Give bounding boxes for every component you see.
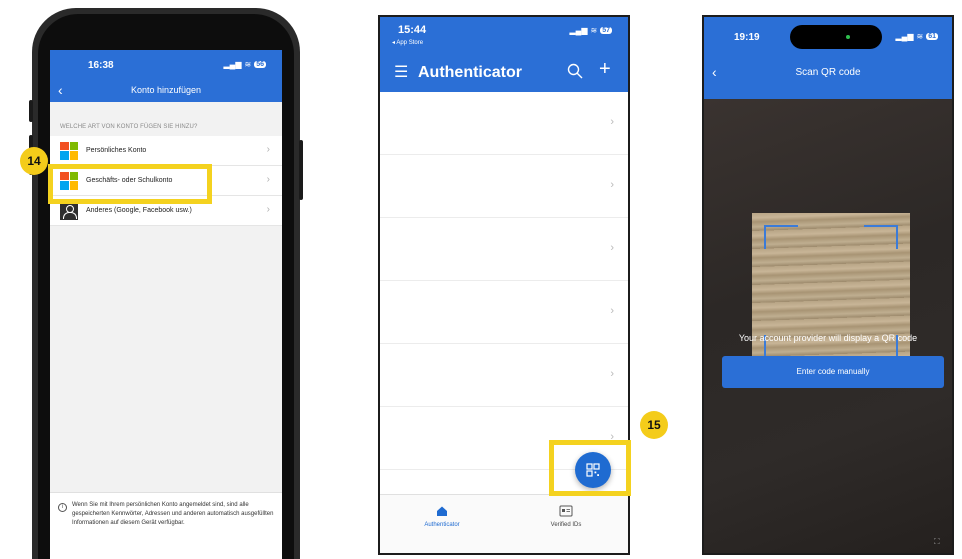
scan-mode-icon[interactable]: ⛶	[934, 537, 940, 547]
phone3-screen: 19:19 ▂▄▆ ≋ 61 ‹ Scan QR code Your accou…	[702, 15, 954, 555]
signal-icon: ▂▄▆	[569, 26, 588, 35]
add-account-icon[interactable]: +	[599, 59, 611, 79]
battery-icon: 56	[254, 61, 266, 68]
status-time: 16:38	[88, 60, 114, 71]
hamburger-menu-icon[interactable]: ☰	[394, 65, 408, 81]
home-icon	[437, 506, 447, 516]
scan-instruction: Your account provider will display a QR …	[738, 333, 918, 343]
chevron-right-icon: ›	[610, 368, 614, 380]
microsoft-logo-icon	[60, 141, 78, 160]
tab-label: Authenticator	[424, 522, 460, 528]
tab-verified-ids[interactable]: Verified IDs	[504, 505, 628, 528]
wifi-icon: ≋	[244, 60, 252, 69]
step-badge-15: 15	[640, 411, 668, 439]
status-icons: ▂▄▆ ≋ 61	[896, 32, 938, 41]
chevron-right-icon: ›	[610, 242, 614, 254]
tab-authenticator[interactable]: Authenticator	[380, 505, 504, 528]
page-title: Scan QR code	[795, 67, 861, 78]
status-time: 15:44	[398, 24, 427, 36]
list-item[interactable]: ›	[380, 281, 628, 344]
info-icon: i	[58, 503, 67, 512]
phone3-header: 19:19 ▂▄▆ ≋ 61 ‹ Scan QR code	[704, 17, 952, 99]
status-time: 19:19	[734, 32, 760, 43]
camera-viewfinder	[704, 99, 952, 553]
app-title: Authenticator	[418, 64, 522, 81]
highlight-box-step-14	[48, 164, 212, 204]
step-badge-14: 14	[20, 147, 48, 175]
battery-icon: 61	[926, 33, 938, 40]
account-list: › › › › › ›	[380, 92, 628, 470]
chevron-right-icon: ›	[610, 116, 614, 128]
section-label: WELCHE ART VON KONTO FÜGEN SIE HINZU?	[60, 124, 198, 130]
signal-icon: ▂▄▆	[895, 32, 914, 41]
account-option-personal[interactable]: Persönliches Konto ›	[50, 136, 282, 166]
battery-icon: 57	[600, 27, 612, 34]
scan-frame-corner	[764, 225, 798, 249]
phone1-screen: 16:38 ▂▄▆ ≋ 56 ‹ Konto hinzufügen WELCHE…	[50, 50, 282, 559]
status-icons: ▂▄▆ ≋ 56	[224, 60, 266, 69]
status-icons: ▂▄▆ ≋ 57	[570, 26, 612, 35]
list-item[interactable]: ›	[380, 344, 628, 407]
info-text: Wenn Sie mit Ihrem persönlichen Konto an…	[72, 502, 274, 526]
search-icon[interactable]	[567, 63, 583, 79]
chevron-right-icon: ›	[610, 305, 614, 317]
camera-active-dot	[846, 35, 850, 39]
tab-label: Verified IDs	[550, 522, 582, 528]
page-title: Konto hinzufügen	[130, 85, 202, 95]
enter-code-manually-button[interactable]: Enter code manually	[722, 356, 944, 388]
account-option-label: Persönliches Konto	[86, 147, 147, 154]
highlight-box-step-15	[549, 440, 631, 496]
chevron-right-icon: ›	[266, 204, 270, 215]
phone1-header: 16:38 ▂▄▆ ≋ 56 ‹ Konto hinzufügen	[50, 50, 282, 102]
wifi-icon: ≋	[916, 32, 924, 41]
chevron-right-icon: ›	[266, 174, 270, 185]
account-option-label: Anderes (Google, Facebook usw.)	[86, 207, 192, 214]
phone2-header: 15:44 ◂ App Store ▂▄▆ ≋ 57 ☰ Authenticat…	[380, 17, 628, 92]
bottom-tab-bar: Authenticator Verified IDs	[380, 494, 628, 553]
id-card-icon	[559, 505, 573, 517]
wifi-icon: ≋	[590, 26, 598, 35]
list-item[interactable]: ›	[380, 92, 628, 155]
signal-icon: ▂▄▆	[223, 60, 242, 69]
phone1-side-button	[29, 100, 33, 122]
chevron-right-icon: ›	[266, 144, 270, 155]
info-footer: i Wenn Sie mit Ihrem persönlichen Konto …	[50, 492, 282, 559]
chevron-right-icon: ›	[610, 179, 614, 191]
list-item[interactable]: ›	[380, 155, 628, 218]
back-to-app-link[interactable]: ◂ App Store	[392, 39, 423, 46]
list-item[interactable]: ›	[380, 218, 628, 281]
scan-frame-corner	[864, 225, 898, 249]
person-icon	[60, 201, 78, 220]
dynamic-island	[790, 25, 882, 49]
phone1-side-button	[299, 140, 303, 200]
